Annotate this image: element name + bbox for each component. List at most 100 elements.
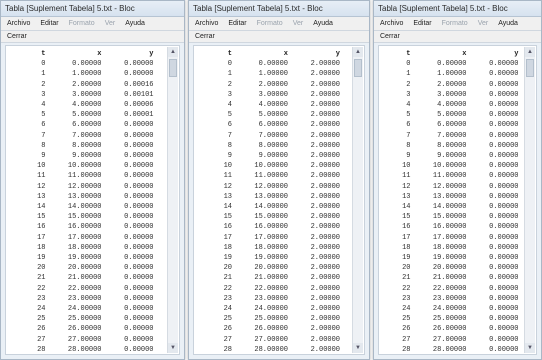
cell-t: 2: [41, 80, 46, 89]
menu-ayuda[interactable]: Ayuda: [313, 20, 333, 27]
cell-x: 10.00000: [432, 162, 467, 171]
scroll-up-icon[interactable]: ▲: [525, 47, 535, 57]
table-row: 19 19.00000 2.00000: [200, 253, 350, 263]
cell-t: 19: [402, 254, 411, 263]
table-row: 11 11.00000 0.00000: [385, 171, 522, 181]
cell-x: 19.00000: [432, 254, 467, 263]
menu-archivo[interactable]: Archivo: [380, 20, 403, 27]
cell-x: 3.00000: [437, 90, 467, 99]
cell-y: 0.00000: [489, 325, 519, 334]
cell-x: 15.00000: [67, 213, 102, 222]
menu-editar[interactable]: Editar: [40, 20, 58, 27]
table-row: 18 18.00000 0.00000: [12, 243, 165, 253]
notepad-window-3[interactable]: Tabla [Suplement Tabela] 5.txt - Bloc Ar…: [373, 0, 542, 360]
cell-y: 0.00000: [489, 254, 519, 263]
cell-x: 1.00000: [258, 70, 288, 79]
cell-t: 11: [37, 172, 46, 181]
cell-y: 2.00000: [310, 335, 340, 344]
menu-formato[interactable]: Formato: [69, 20, 95, 27]
cell-t: 24: [223, 305, 232, 314]
cerrar-menu[interactable]: Cerrar: [195, 33, 215, 40]
menu-ver[interactable]: Ver: [293, 20, 304, 27]
notepad-window-2[interactable]: Tabla [Suplement Tabela] 5.txt - Bloc Ar…: [188, 0, 370, 360]
cell-x: 27.00000: [432, 335, 467, 344]
menu-ayuda[interactable]: Ayuda: [498, 20, 518, 27]
cell-t: 8: [41, 141, 46, 150]
cell-y: 0.00000: [124, 335, 154, 344]
scroll-down-icon[interactable]: ▼: [353, 343, 363, 353]
cell-x: 11.00000: [254, 172, 288, 181]
table-row: 25 25.00000 0.00000: [12, 314, 165, 324]
menu-ver[interactable]: Ver: [478, 20, 489, 27]
menu-editar[interactable]: Editar: [413, 20, 431, 27]
table-row: 7 7.00000 0.00000: [12, 131, 165, 141]
title-bar[interactable]: Tabla [Suplement Tabela] 5.txt - Bloc: [374, 1, 541, 17]
cell-y: 2.00000: [310, 162, 340, 171]
table-row: 18 18.00000 2.00000: [200, 243, 350, 253]
cell-y: 0.00000: [124, 254, 154, 263]
table-row: 28 28.00000 0.00000: [385, 345, 522, 354]
window-title: Tabla [Suplement Tabela] 5.txt - Bloc: [378, 4, 508, 13]
menu-formato[interactable]: Formato: [442, 20, 468, 27]
cerrar-menu[interactable]: Cerrar: [7, 33, 27, 40]
cell-y: 0.00000: [124, 223, 154, 232]
table-header: t x y: [385, 49, 522, 59]
cell-t: 1: [41, 70, 46, 79]
scroll-thumb[interactable]: [526, 59, 534, 77]
text-area[interactable]: t x y 0 0.00000 0.00000 1 1.00000 0.00000 2 2.0…: [378, 45, 537, 355]
cell-t: 12: [402, 182, 411, 191]
cell-x: 10.00000: [254, 162, 288, 171]
cell-t: 5: [41, 111, 46, 120]
cell-t: 17: [37, 233, 46, 242]
scroll-thumb[interactable]: [169, 59, 177, 77]
cell-x: 2.00000: [72, 80, 102, 89]
cell-x: 0.00000: [437, 60, 467, 69]
menu-archivo[interactable]: Archivo: [195, 20, 218, 27]
scroll-down-icon[interactable]: ▼: [168, 343, 178, 353]
table-row: 14 14.00000 0.00000: [12, 202, 165, 212]
vertical-scrollbar[interactable]: ▲ ▼: [167, 47, 178, 353]
cerrar-menu[interactable]: Cerrar: [380, 33, 400, 40]
col-t: t: [41, 50, 46, 58]
cell-y: 0.00000: [489, 335, 519, 344]
cell-x: 5.00000: [258, 111, 288, 120]
cell-y: 0.00000: [124, 203, 154, 212]
menu-formato[interactable]: Formato: [257, 20, 283, 27]
cell-t: 18: [223, 243, 232, 252]
menu-archivo[interactable]: Archivo: [7, 20, 30, 27]
vertical-scrollbar[interactable]: ▲ ▼: [352, 47, 363, 353]
cell-y: 0.00000: [489, 243, 519, 252]
menu-ver[interactable]: Ver: [105, 20, 116, 27]
table-row: 6 6.00000 0.00000: [12, 120, 165, 130]
cell-y: 0.00000: [489, 131, 519, 140]
scroll-thumb[interactable]: [354, 59, 362, 77]
cell-t: 25: [223, 315, 232, 324]
cell-y: 0.00000: [124, 264, 154, 273]
data-table: t x y 0 0.00000 0.00000 1 1.00000 0.00000 2 2.0…: [385, 49, 522, 354]
notepad-window-1[interactable]: Tabla [Suplement Tabela] 5.txt - Bloc Ar…: [0, 0, 185, 360]
menu-ayuda[interactable]: Ayuda: [125, 20, 145, 27]
text-area[interactable]: t x y 0 0.00000 0.00000 1 1.00000 0.00000 2 2.0…: [5, 45, 180, 355]
title-bar[interactable]: Tabla [Suplement Tabela] 5.txt - Bloc: [1, 1, 184, 17]
cell-y: 2.00000: [310, 80, 340, 89]
cell-t: 16: [223, 223, 232, 232]
text-area[interactable]: t x y 0 0.00000 2.00000 1 1.00000 2.00000 2 2.0…: [193, 45, 365, 355]
scroll-up-icon[interactable]: ▲: [353, 47, 363, 57]
col-t: t: [406, 50, 411, 58]
cell-t: 19: [223, 254, 232, 263]
cell-y: 0.00016: [124, 80, 154, 89]
cell-t: 9: [227, 152, 232, 161]
cell-y: 0.00000: [489, 192, 519, 201]
scroll-down-icon[interactable]: ▼: [525, 343, 535, 353]
title-bar[interactable]: Tabla [Suplement Tabela] 5.txt - Bloc: [189, 1, 369, 17]
cell-x: 6.00000: [72, 121, 102, 130]
table-row: 28 28.00000 0.00000: [12, 345, 165, 354]
menu-editar[interactable]: Editar: [228, 20, 246, 27]
cell-y: 0.00000: [489, 162, 519, 171]
cell-y: 0.00000: [124, 305, 154, 314]
cell-x: 14.00000: [67, 203, 102, 212]
vertical-scrollbar[interactable]: ▲ ▼: [524, 47, 535, 353]
table-row: 10 10.00000 0.00000: [12, 161, 165, 171]
cell-x: 26.00000: [67, 325, 102, 334]
scroll-up-icon[interactable]: ▲: [168, 47, 178, 57]
